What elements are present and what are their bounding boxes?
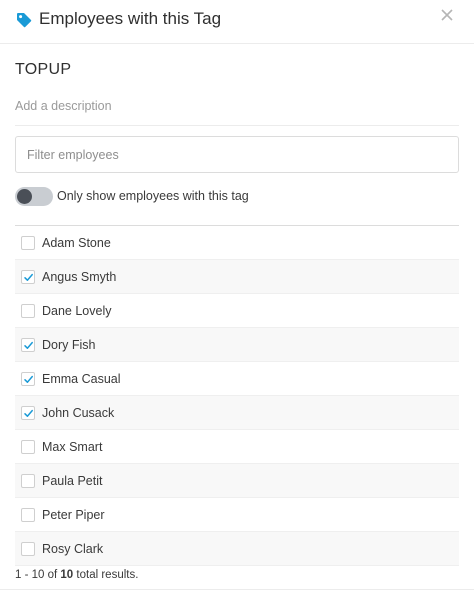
only-tagged-toggle[interactable] (15, 187, 53, 206)
filter-employees-input[interactable] (15, 136, 459, 173)
checkmark-icon (24, 273, 33, 281)
employee-checkbox[interactable] (21, 338, 35, 352)
modal-header: Employees with this Tag (0, 0, 474, 44)
employee-row[interactable]: Paula Petit (15, 464, 459, 498)
employee-row[interactable]: Emma Casual (15, 362, 459, 396)
footer-divider (0, 589, 474, 590)
pagination-range: 1 - 10 of (15, 569, 58, 581)
pagination-summary: 1 - 10 of 10 total results. (15, 569, 138, 581)
employee-checkbox[interactable] (21, 236, 35, 250)
employee-name: Dory Fish (42, 338, 96, 352)
employee-row[interactable]: John Cusack (15, 396, 459, 430)
tag-icon (17, 13, 32, 28)
employee-name: Rosy Clark (42, 542, 104, 556)
toggle-label: Only show employees with this tag (57, 189, 249, 203)
employee-row[interactable]: Dory Fish (15, 328, 459, 362)
employee-row[interactable]: Adam Stone (15, 226, 459, 260)
employee-checkbox[interactable] (21, 304, 35, 318)
employee-row[interactable]: Max Smart (15, 430, 459, 464)
description-divider (15, 125, 459, 126)
employee-checkbox[interactable] (21, 270, 35, 284)
close-icon[interactable] (437, 5, 457, 25)
employee-checkbox[interactable] (21, 406, 35, 420)
employee-name: Dane Lovely (42, 304, 112, 318)
employee-name: Emma Casual (42, 372, 121, 386)
employee-row[interactable]: Angus Smyth (15, 260, 459, 294)
close-button[interactable] (437, 5, 457, 25)
checkmark-icon (24, 409, 33, 417)
employee-name: Paula Petit (42, 474, 103, 488)
employee-checkbox[interactable] (21, 474, 35, 488)
tag-name[interactable]: TOPUP (15, 61, 71, 79)
employee-list: Adam Stone Angus Smyth Dane Lovely Dory Fis… (15, 225, 459, 566)
employee-name: Angus Smyth (42, 270, 117, 284)
pagination-suffix: total results. (76, 569, 139, 581)
employee-row[interactable]: Rosy Clark (15, 532, 459, 566)
employee-row[interactable]: Dane Lovely (15, 294, 459, 328)
pagination-total: 10 (60, 569, 74, 581)
employee-name: Adam Stone (42, 236, 111, 250)
checkmark-icon (24, 375, 33, 383)
employee-name: John Cusack (42, 406, 115, 420)
tag-description[interactable]: Add a description (15, 99, 112, 113)
employee-checkbox[interactable] (21, 508, 35, 522)
employee-checkbox[interactable] (21, 542, 35, 556)
toggle-knob (17, 189, 32, 204)
modal-title: Employees with this Tag (39, 9, 222, 28)
employee-name: Max Smart (42, 440, 103, 454)
employee-name: Peter Piper (42, 508, 105, 522)
employee-checkbox[interactable] (21, 440, 35, 454)
checkmark-icon (24, 341, 33, 349)
employee-row[interactable]: Peter Piper (15, 498, 459, 532)
employee-checkbox[interactable] (21, 372, 35, 386)
